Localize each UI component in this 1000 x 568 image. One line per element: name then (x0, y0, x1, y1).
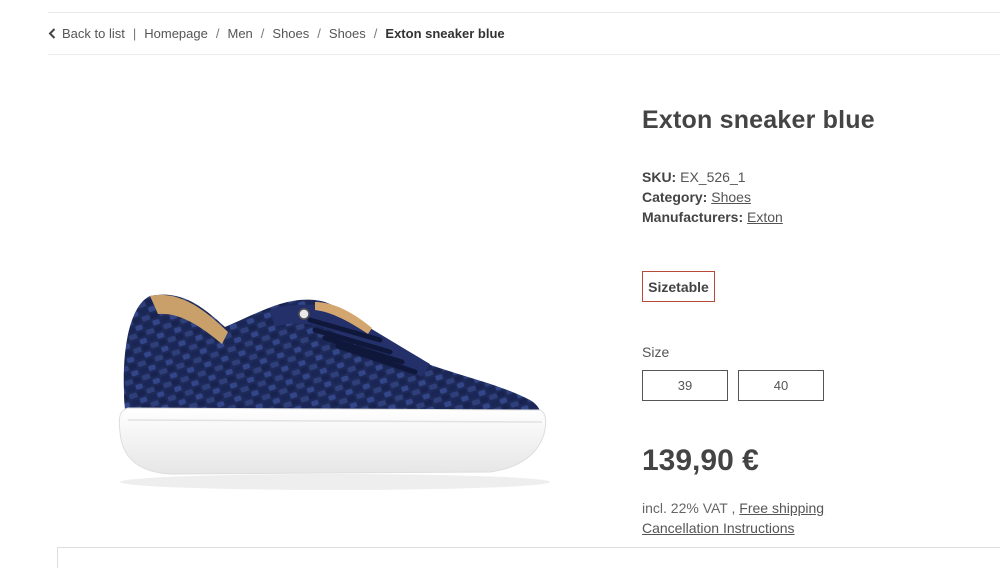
category-link[interactable]: Shoes (711, 189, 751, 205)
product-price: 139,90 € (642, 444, 759, 477)
breadcrumb-shoes-sub[interactable]: Shoes (329, 26, 366, 41)
manufacturer-row: Manufacturers: Exton (642, 207, 783, 227)
size-label: Size (642, 344, 670, 360)
chevron-left-icon[interactable] (48, 28, 62, 39)
top-divider (48, 12, 1000, 13)
breadcrumb-separator: / (215, 26, 220, 41)
breadcrumb-men[interactable]: Men (227, 26, 252, 41)
product-image[interactable] (110, 282, 550, 492)
breadcrumb: Back to list | Homepage / Men / Shoes / … (48, 26, 505, 41)
back-to-list-link[interactable]: Back to list (62, 26, 125, 41)
free-shipping-link[interactable]: Free shipping (739, 500, 824, 516)
category-row: Category: Shoes (642, 187, 783, 207)
price-info: incl. 22% VAT , Free shipping Cancellati… (642, 498, 824, 538)
sku-value: EX_526_1 (680, 169, 746, 185)
size-options: 39 40 (642, 370, 824, 401)
bottom-panel-border (57, 547, 1000, 568)
breadcrumb-divider: | (132, 26, 137, 41)
product-title: Exton sneaker blue (642, 106, 875, 134)
breadcrumb-separator: / (260, 26, 265, 41)
breadcrumb-current: Exton sneaker blue (385, 26, 505, 41)
category-label: Category: (642, 189, 708, 205)
sku-row: SKU: EX_526_1 (642, 167, 783, 187)
breadcrumb-separator: / (373, 26, 378, 41)
breadcrumb-divider-line (48, 54, 1000, 55)
breadcrumb-shoes[interactable]: Shoes (272, 26, 309, 41)
product-meta: SKU: EX_526_1 Category: Shoes Manufactur… (642, 167, 783, 227)
size-option-40[interactable]: 40 (738, 370, 824, 401)
vat-text: incl. 22% VAT , (642, 500, 736, 516)
sku-label: SKU: (642, 169, 677, 185)
size-option-39[interactable]: 39 (642, 370, 728, 401)
manufacturer-label: Manufacturers: (642, 209, 744, 225)
cancellation-link[interactable]: Cancellation Instructions (642, 520, 795, 536)
breadcrumb-homepage[interactable]: Homepage (144, 26, 208, 41)
sizetable-button[interactable]: Sizetable (642, 271, 715, 302)
manufacturer-link[interactable]: Exton (747, 209, 783, 225)
breadcrumb-separator: / (317, 26, 321, 41)
